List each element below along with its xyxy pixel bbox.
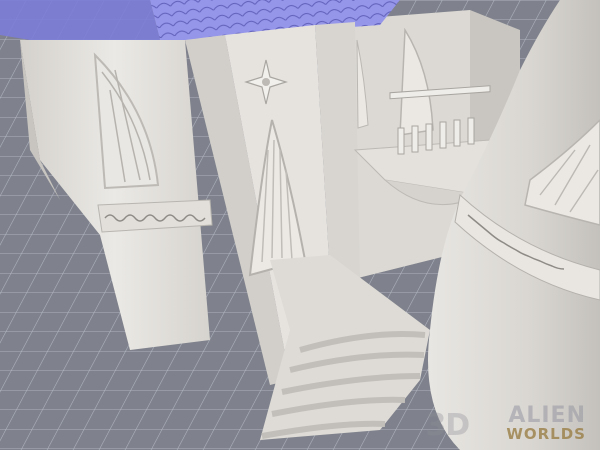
- castle-render-scene: 3D ALIEN WORLDS: [0, 0, 600, 450]
- castle-render-image: [0, 0, 600, 450]
